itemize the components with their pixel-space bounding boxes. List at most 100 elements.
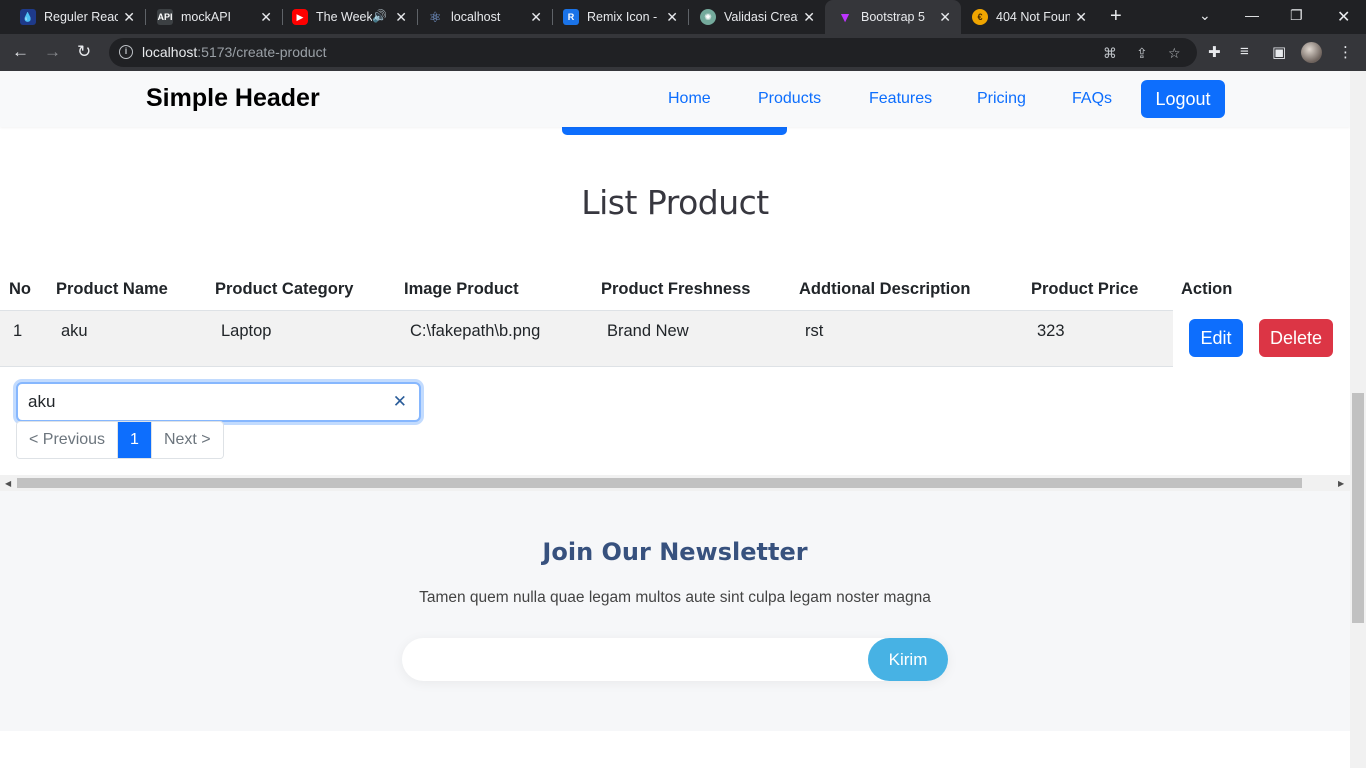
clear-search-icon[interactable]: ✕ (393, 392, 407, 412)
logout-button[interactable]: Logout (1141, 80, 1225, 118)
restore-icon[interactable]: ❐ (1290, 7, 1303, 24)
page-viewport: Simple Header Home Products Features Pri… (0, 71, 1350, 768)
close-icon[interactable]: ✕ (666, 9, 678, 25)
minimize-icon[interactable]: — (1245, 7, 1259, 23)
vertical-scrollbar[interactable] (1350, 71, 1366, 768)
column-header-category: Product Category (215, 280, 354, 298)
forward-icon[interactable]: → (44, 42, 61, 62)
url-path: :5173/create-product (197, 44, 327, 60)
newsletter-form (402, 638, 948, 681)
newsletter-section: Join Our Newsletter Tamen quem nulla qua… (0, 491, 1350, 731)
browser-tab[interactable]: 💧 Reguler React ✕ (0, 0, 145, 34)
search-input[interactable] (28, 391, 378, 413)
bookmark-star-icon[interactable]: ☆ (1168, 45, 1181, 62)
speaker-icon[interactable]: 🔊 (372, 9, 387, 23)
browser-tab[interactable]: API mockAPI ✕ (137, 0, 282, 34)
url-text[interactable]: localhost:5173/create-product (142, 44, 326, 60)
tab-title: Reguler React (44, 10, 118, 24)
brand-logo[interactable]: Simple Header (146, 84, 320, 113)
avatar[interactable] (1301, 42, 1322, 63)
newsletter-text: Tamen quem nulla quae legam multos aute … (419, 589, 931, 606)
page-title: List Product (581, 183, 769, 222)
submit-button-partial[interactable] (562, 127, 787, 135)
cell-category: Laptop (221, 322, 272, 340)
nav-products[interactable]: Products (758, 90, 821, 108)
share-icon[interactable]: ⇪ (1136, 45, 1148, 62)
reload-icon[interactable]: ↻ (77, 42, 91, 62)
search-field[interactable]: ✕ (16, 382, 421, 422)
close-icon[interactable]: ✕ (260, 9, 272, 25)
scroll-right-icon[interactable]: ▶ (1338, 479, 1344, 488)
browser-tab[interactable]: ✺ Validasi Creat ✕ (680, 0, 825, 34)
tab-title: mockAPI (181, 10, 232, 24)
vite-icon: ▼ (838, 9, 852, 25)
close-icon[interactable]: ✕ (939, 9, 951, 25)
side-panel-icon[interactable]: ▣ (1272, 43, 1286, 61)
browser-tab-active[interactable]: ▼ Bootstrap 5 ✕ (825, 0, 961, 34)
newsletter-title: Join Our Newsletter (542, 538, 808, 566)
back-icon[interactable]: ← (12, 42, 29, 62)
youtube-icon: ▶ (292, 9, 308, 25)
cell-freshness: Brand New (607, 322, 689, 340)
horizontal-scrollbar[interactable]: ◀ ▶ (0, 475, 1350, 491)
close-icon[interactable]: ✕ (1075, 9, 1087, 25)
edit-button[interactable]: Edit (1189, 319, 1243, 357)
translate-icon[interactable]: ⌘ (1103, 45, 1117, 62)
extensions-icon[interactable]: ✚ (1208, 43, 1221, 61)
column-header-description: Addtional Description (799, 280, 971, 298)
column-header-action: Action (1181, 280, 1233, 298)
close-icon[interactable]: ✕ (803, 9, 815, 25)
cell-name: aku (61, 322, 88, 340)
tab-title: localhost (451, 10, 501, 24)
drop-icon: 💧 (20, 9, 36, 25)
nav-features[interactable]: Features (869, 90, 932, 108)
close-window-icon[interactable]: ✕ (1337, 7, 1350, 27)
menu-icon[interactable]: ⋮ (1338, 43, 1353, 61)
pagination-next[interactable]: Next > (151, 422, 223, 458)
cell-price: 323 (1037, 322, 1065, 340)
column-header-image: Image Product (404, 280, 519, 298)
scrollbar-thumb[interactable] (1352, 393, 1364, 623)
tab-search-icon[interactable]: ⌄ (1199, 7, 1211, 24)
browser-tab-bar: 💧 Reguler React ✕ API mockAPI ✕ ▶ The We… (0, 0, 1366, 34)
api-icon: API (157, 9, 173, 25)
browser-tab[interactable]: € 404 Not Foun ✕ (952, 0, 1097, 34)
new-tab-icon[interactable]: + (1110, 6, 1122, 26)
cell-no: 1 (13, 322, 23, 340)
pagination-page[interactable]: 1 (117, 422, 152, 458)
euro-icon: € (972, 9, 988, 25)
site-info-icon[interactable]: i (119, 45, 133, 59)
column-header-freshness: Product Freshness (601, 280, 751, 298)
address-bar[interactable]: i localhost:5173/create-product ⌘ ⇪ ☆ (109, 38, 1197, 67)
column-header-price: Product Price (1031, 280, 1139, 298)
delete-button[interactable]: Delete (1259, 319, 1333, 357)
tab-title: Remix Icon - C (587, 10, 661, 24)
nav-home[interactable]: Home (668, 90, 711, 108)
nav-faqs[interactable]: FAQs (1072, 90, 1112, 108)
close-icon[interactable]: ✕ (530, 9, 542, 25)
pagination: < Previous 1 Next > (16, 421, 224, 459)
column-header-no: No (9, 280, 31, 298)
react-icon: ⚛ (428, 8, 442, 25)
scrollbar-thumb[interactable] (17, 478, 1302, 488)
tab-title: Bootstrap 5 (861, 10, 925, 24)
newsletter-submit-button[interactable]: Kirim (868, 638, 948, 681)
close-icon[interactable]: ✕ (123, 9, 135, 25)
scroll-left-icon[interactable]: ◀ (5, 479, 11, 488)
table-row (0, 310, 1173, 367)
pagination-previous[interactable]: < Previous (17, 422, 118, 458)
browser-tab[interactable]: ▶ The Weekn 🔊 ✕ (272, 0, 417, 34)
chatgpt-icon: ✺ (700, 9, 716, 25)
close-icon[interactable]: ✕ (395, 9, 407, 25)
browser-tab[interactable]: ⚛ localhost ✕ (407, 0, 552, 34)
tab-title: 404 Not Foun (996, 10, 1070, 24)
browser-tab[interactable]: R Remix Icon - C ✕ (543, 0, 688, 34)
newsletter-email-input[interactable] (416, 648, 856, 670)
site-header: Simple Header Home Products Features Pri… (0, 71, 1350, 127)
cell-image: C:\fakepath\b.png (410, 322, 541, 340)
url-host: localhost (142, 44, 198, 60)
nav-pricing[interactable]: Pricing (977, 90, 1026, 108)
tab-title: The Weekn (316, 10, 372, 24)
media-icon[interactable]: ≡ (1240, 43, 1249, 60)
remix-icon: R (563, 9, 579, 25)
